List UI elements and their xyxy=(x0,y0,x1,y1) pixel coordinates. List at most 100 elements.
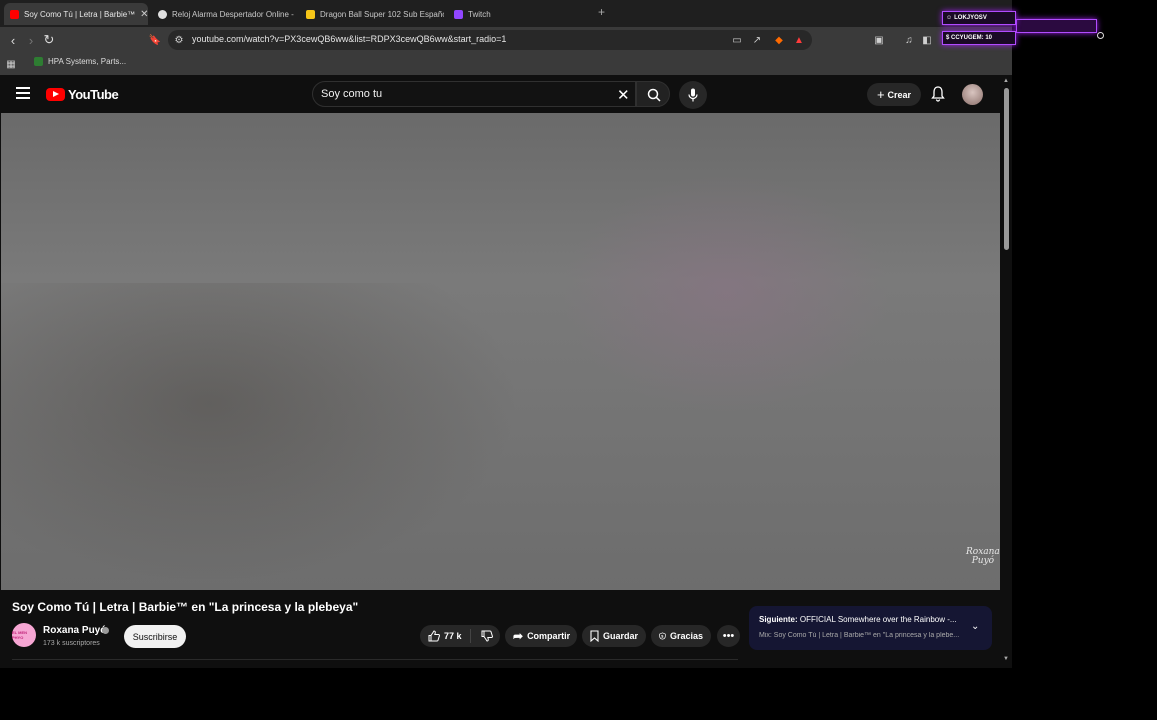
svg-text:$: $ xyxy=(661,634,664,638)
tab-label: Soy Como Tú | Letra | Barbie™ xyxy=(24,9,136,19)
youtube-play-logo-icon xyxy=(46,88,65,101)
scroll-down-icon[interactable]: ▼ xyxy=(1003,656,1009,662)
twitch-favicon-icon xyxy=(454,9,463,19)
youtube-logo[interactable]: YouTube xyxy=(46,87,119,102)
tab-strip: Soy Como Tú | Letra | Barbie™ ✕ Reloj Al… xyxy=(0,0,1012,27)
user-avatar[interactable] xyxy=(962,84,983,105)
back-icon[interactable]: ‹ xyxy=(4,31,22,49)
up-next-prefix: Siguiente: xyxy=(759,615,798,624)
browser-toolbar: ‹ › ↻ 🔖 ⚙ youtube.com/watch?v=PX3cewQB6w… xyxy=(0,27,1012,53)
voice-search-button[interactable] xyxy=(679,81,707,109)
overlay-bar xyxy=(1016,19,1104,39)
save-button[interactable]: Guardar xyxy=(582,625,646,647)
share-icon[interactable]: ↗ xyxy=(750,33,764,47)
thumbs-down-icon xyxy=(481,630,493,642)
thumbs-up-icon xyxy=(428,630,440,642)
up-next-video-title: OFFICIAL Somewhere over the Rainbow -... xyxy=(797,615,957,624)
save-label: Guardar xyxy=(602,631,638,641)
divider xyxy=(12,659,738,660)
bookmark-hpa[interactable]: HPA Systems, Parts... xyxy=(34,57,126,66)
super-thanks-icon: $ xyxy=(659,632,666,640)
create-label: Crear xyxy=(887,89,912,100)
cast-icon[interactable]: ▭ xyxy=(730,33,744,47)
sidebar-icon[interactable]: ▣ xyxy=(872,33,886,47)
overlay-user-box: ☺ LOKJYOSV xyxy=(942,11,1016,25)
search-input[interactable]: Soy como tu ✕ xyxy=(312,81,636,107)
create-button[interactable]: + Crear xyxy=(867,83,921,106)
dislike-button[interactable] xyxy=(475,630,499,642)
channel-name[interactable]: Roxana Puyó xyxy=(43,625,106,636)
tab-alarm[interactable]: Reloj Alarma Despertador Online - R xyxy=(152,3,296,25)
more-dots-icon: ••• xyxy=(722,630,735,642)
verified-badge-icon xyxy=(102,627,109,634)
hamburger-menu-icon[interactable] xyxy=(16,87,30,99)
up-next-mix: Mix: Soy Como Tú | Letra | Barbie™ en "L… xyxy=(759,632,960,639)
channel-avatar[interactable]: EL MEN PHYO xyxy=(12,623,36,647)
tab-dragonball[interactable]: Dragon Ball Super 102 Sub Español C xyxy=(300,3,444,25)
address-bar[interactable]: ⚙ youtube.com/watch?v=PX3cewQB6ww&list=R… xyxy=(168,30,812,50)
new-tab-button[interactable]: + xyxy=(598,5,605,19)
bookmarks-bar: ▦ HPA Systems, Parts... xyxy=(0,53,1012,75)
reload-icon[interactable]: ↻ xyxy=(40,31,58,49)
close-icon[interactable]: ✕ xyxy=(140,9,148,20)
scroll-up-icon[interactable]: ▲ xyxy=(1003,78,1009,84)
watermark-text: Roxana Puyó xyxy=(966,547,1000,566)
dragonball-favicon-icon xyxy=(306,9,315,19)
brave-rewards-icon[interactable]: ▲ xyxy=(792,33,806,47)
like-dislike-group: 77 k xyxy=(420,625,500,647)
overlay-code-box: $ CCYUGEM: 10 xyxy=(942,31,1016,45)
video-frame-shadow xyxy=(1,283,521,583)
video-frame-highlight xyxy=(561,173,891,413)
chevron-down-icon[interactable]: ⌄ xyxy=(971,621,979,632)
share-arrow-icon: ➦ xyxy=(513,629,524,643)
share-label: Compartir xyxy=(527,631,571,641)
youtube-header: YouTube Soy como tu ✕ + Crear xyxy=(0,76,1000,113)
youtube-favicon-icon xyxy=(10,9,19,19)
scroll-thumb[interactable] xyxy=(1004,88,1009,250)
clear-search-icon[interactable]: ✕ xyxy=(617,86,630,104)
search-button[interactable] xyxy=(636,81,670,107)
thanks-label: Gracias xyxy=(669,631,703,641)
apps-grid-icon[interactable]: ▦ xyxy=(4,57,18,71)
more-actions-button[interactable]: ••• xyxy=(717,625,740,647)
subscriber-count: 173 k suscriptores xyxy=(43,640,100,647)
up-next-card[interactable]: Siguiente: OFFICIAL Somewhere over the R… xyxy=(749,606,992,650)
split-view-icon[interactable]: ◧ xyxy=(920,33,934,47)
bookmark-label: HPA Systems, Parts... xyxy=(48,57,127,66)
overlay-dot-icon xyxy=(1097,32,1104,39)
brave-shield-icon[interactable]: ◆ xyxy=(772,33,786,47)
tab-label: Twitch xyxy=(468,9,491,19)
channel-watermark[interactable]: Roxana Puyó xyxy=(966,548,1000,566)
overlay-code: $ CCYUGEM: 10 xyxy=(946,35,993,41)
notifications-bell-icon[interactable] xyxy=(931,86,945,102)
overlay-user: LOKJYOSV xyxy=(954,15,987,21)
logo-text: YouTube xyxy=(68,87,119,102)
site-info-icon[interactable]: ⚙ xyxy=(172,33,186,47)
plus-icon: + xyxy=(876,87,885,102)
like-button[interactable]: 77 k xyxy=(420,629,471,643)
stream-overlay: ☺ LOKJYOSV $ CCYUGEM: 10 xyxy=(942,11,1104,47)
tab-twitch[interactable]: Twitch xyxy=(448,3,592,25)
search-icon xyxy=(647,88,661,102)
save-bookmark-icon xyxy=(590,630,599,642)
microphone-icon xyxy=(688,88,698,102)
tab-label: Reloj Alarma Despertador Online - R xyxy=(172,9,296,19)
tab-youtube[interactable]: Soy Como Tú | Letra | Barbie™ ✕ xyxy=(4,3,148,25)
user-icon: ☺ xyxy=(946,15,953,21)
bookmark-icon[interactable]: 🔖 xyxy=(146,31,164,49)
clock-favicon-icon xyxy=(158,9,167,19)
subscribe-button[interactable]: Suscribirse xyxy=(124,625,186,648)
hpa-favicon-icon xyxy=(34,57,43,66)
forward-icon[interactable]: › xyxy=(22,31,40,49)
search-query[interactable]: Soy como tu xyxy=(321,88,382,100)
video-player[interactable] xyxy=(1,113,1000,590)
video-title: Soy Como Tú | Letra | Barbie™ en "La pri… xyxy=(12,600,359,614)
like-count: 77 k xyxy=(444,631,462,641)
tab-label: Dragon Ball Super 102 Sub Español C xyxy=(320,9,444,19)
thanks-button[interactable]: $ Gracias xyxy=(651,625,711,647)
page-scrollbar[interactable]: ▲ ▼ xyxy=(1001,76,1012,668)
up-next-title: Siguiente: OFFICIAL Somewhere over the R… xyxy=(759,615,969,624)
media-icon[interactable]: ♫ xyxy=(902,33,916,47)
share-button[interactable]: ➦ Compartir xyxy=(505,625,577,647)
url-text[interactable]: youtube.com/watch?v=PX3cewQB6ww&list=RDP… xyxy=(192,34,506,44)
